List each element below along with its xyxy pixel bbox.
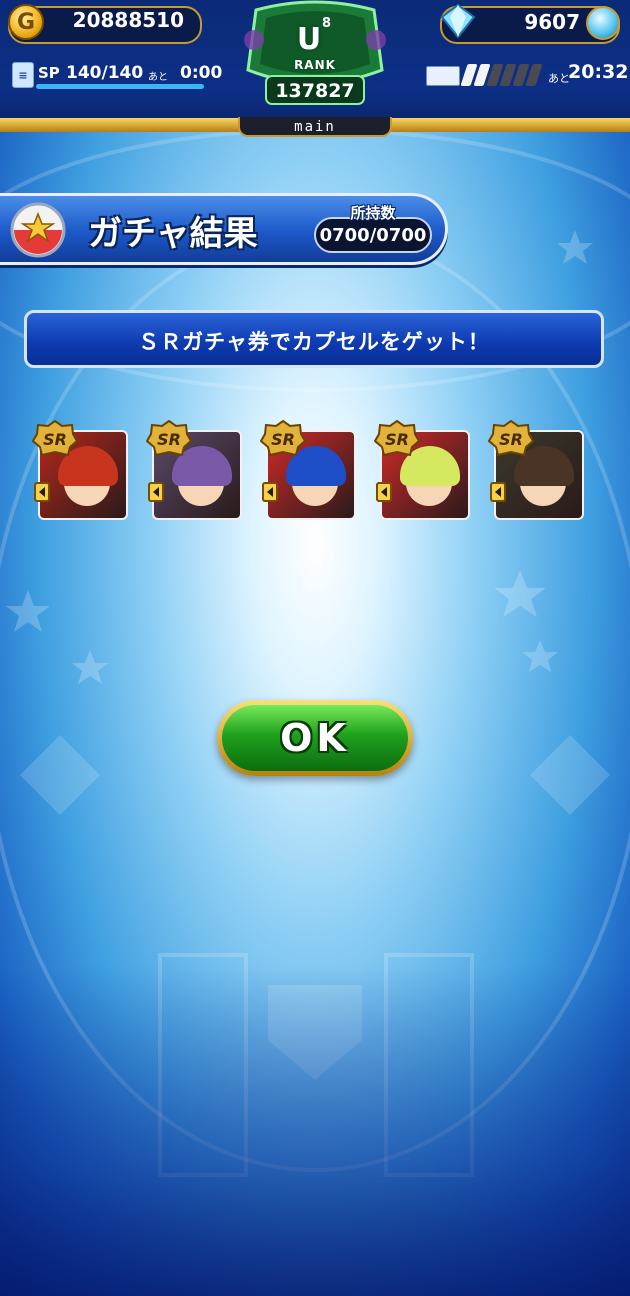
page-title: ガチャ結果 [88,214,258,254]
rarity-label: SR [385,430,409,449]
bottom-shade [0,966,630,1296]
star-decoration [494,570,546,617]
star-decoration [6,590,50,632]
sr-rarity-badge: SR [260,420,306,456]
sp-progress-bar [36,84,204,89]
stamina-gauge [460,64,544,86]
diamond-icon [440,3,476,39]
ok-button-face: OK [222,705,408,771]
character-card[interactable]: SR [260,420,358,524]
capsule-icon [10,202,66,258]
ok-button[interactable]: OK [217,700,413,776]
rarity-label: SR [499,430,523,449]
rank-level-superscript: 8 [322,16,332,31]
rarity-label: SR [43,430,67,449]
owned-count-label: 所持数 [350,204,396,222]
sr-rarity-badge: SR [32,420,78,456]
sp-remaining-label: あと [148,72,168,83]
rarity-label: SR [157,430,181,449]
sp-label: SP [38,64,60,82]
sp-progress-fill [36,84,204,89]
star-decoration [72,650,108,684]
rank-points: 137827 [275,80,355,102]
result-message: ＳＲガチャ券でカプセルをゲット！ [138,330,490,354]
sp-ticket-icon: ≡ [12,62,34,88]
base-decoration [20,735,100,815]
rank-label: RANK [294,58,336,72]
sr-rarity-badge: SR [146,420,192,456]
gem-shop-icon[interactable] [586,6,620,40]
card-arrow-icon [34,482,50,502]
stamina-remaining-time: 20:32 [568,61,629,83]
star-decoration [557,230,593,264]
card-arrow-icon [490,482,506,502]
sr-rarity-badge: SR [488,420,534,456]
sp-remaining-time: 0:00 [180,63,223,83]
character-card[interactable]: SR [32,420,130,524]
sp-value: 140/140 [66,63,144,83]
character-card[interactable]: SR [488,420,586,524]
gem-amount: 9607 [524,10,580,34]
coin-icon: G [8,4,44,40]
stamina-remaining-label: あと [548,72,570,85]
rarity-label: SR [271,430,295,449]
star-decoration [522,640,558,672]
card-arrow-icon [148,482,164,502]
base-decoration [530,735,610,815]
card-arrow-icon [376,482,392,502]
card-arrow-icon [262,482,278,502]
character-card[interactable]: SR [374,420,472,524]
server-label: main [294,119,336,135]
event-ticket-icon[interactable] [426,66,460,86]
ok-button-label: OK [280,716,350,760]
character-card[interactable]: SR [146,420,244,524]
owned-count-value: 0700/0700 [319,225,427,246]
coin-amount: 20888510 [72,8,184,32]
sr-rarity-badge: SR [374,420,420,456]
